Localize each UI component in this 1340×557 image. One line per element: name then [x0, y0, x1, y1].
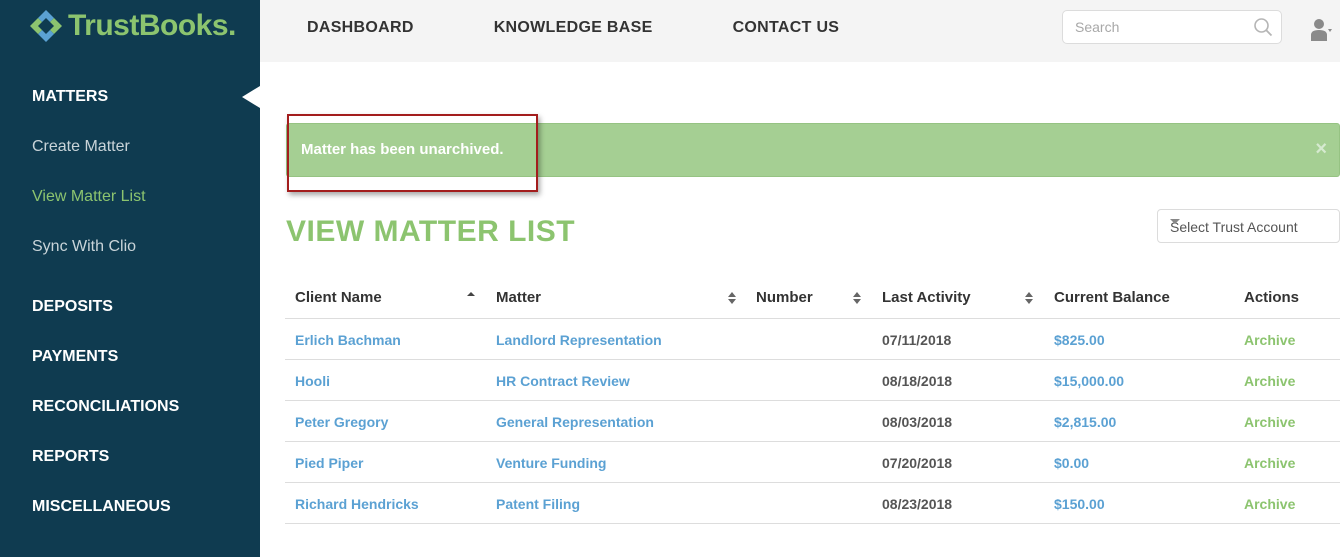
column-header-matter[interactable]: Matter [496, 289, 541, 306]
sidebar-item-label: REPORTS [32, 448, 110, 465]
column-header-number[interactable]: Number [756, 289, 813, 306]
sort-icon[interactable] [1024, 291, 1034, 305]
alert-message: Matter has been unarchived. [301, 141, 504, 158]
last-activity-date: 07/11/2018 [882, 332, 952, 348]
sidebar-item-reports[interactable]: REPORTS [0, 432, 260, 482]
user-icon[interactable] [1310, 17, 1332, 43]
archive-link[interactable]: Archive [1244, 414, 1295, 430]
caret-down-icon [1170, 219, 1180, 224]
matter-link[interactable]: General Representation [496, 414, 654, 430]
table-row: Peter Gregory General Representation 08/… [285, 401, 1340, 442]
sidebar-item-create-matter[interactable]: Create Matter [0, 122, 260, 172]
table-row: Pied Piper Venture Funding 07/20/2018 $0… [285, 442, 1340, 483]
sidebar-item-label: MISCELLANEOUS [32, 498, 171, 515]
client-name-link[interactable]: Erlich Bachman [295, 332, 401, 348]
nav-contact-us-link[interactable]: CONTACT US [733, 19, 840, 37]
sidebar-item-view-matter-list[interactable]: View Matter List [0, 172, 260, 222]
current-balance-link[interactable]: $825.00 [1054, 332, 1105, 348]
matter-link[interactable]: Patent Filing [496, 496, 580, 512]
column-header-client-name[interactable]: Client Name [295, 289, 382, 306]
sidebar-item-label: View Matter List [32, 188, 146, 205]
trustbooks-logo-icon [30, 10, 62, 42]
matter-link[interactable]: HR Contract Review [496, 373, 630, 389]
brand-name: TrustBooks. [68, 9, 236, 42]
brand-logo[interactable]: TrustBooks. [28, 6, 236, 46]
client-name-link[interactable]: Hooli [295, 373, 330, 389]
sort-ascending-icon[interactable] [466, 291, 476, 305]
archive-link[interactable]: Archive [1244, 373, 1295, 389]
page-title: VIEW MATTER LIST [286, 215, 576, 248]
nav-knowledge-base-link[interactable]: KNOWLEDGE BASE [494, 19, 653, 37]
current-balance-link[interactable]: $150.00 [1054, 496, 1105, 512]
archive-link[interactable]: Archive [1244, 332, 1295, 348]
sidebar-item-matters[interactable]: MATTERS [0, 72, 260, 122]
alert-close-icon[interactable]: × [1315, 138, 1327, 161]
sidebar-item-label: Sync With Clio [32, 238, 137, 255]
sidebar-item-payments[interactable]: PAYMENTS [0, 332, 260, 382]
last-activity-date: 07/20/2018 [882, 455, 953, 471]
client-name-link[interactable]: Pied Piper [295, 455, 363, 471]
sidebar-nav: MATTERS Create Matter View Matter List S… [0, 72, 260, 532]
sidebar-item-label: RECONCILIATIONS [32, 398, 180, 415]
search-input[interactable] [1063, 11, 1243, 43]
table-row: Richard Hendricks Patent Filing 08/23/20… [285, 483, 1340, 524]
matter-link[interactable]: Venture Funding [496, 455, 606, 471]
matter-table: Client Name Matter Number Last Activity … [285, 278, 1340, 524]
trust-account-select-label: Select Trust Account [1170, 219, 1298, 235]
column-header-last-activity[interactable]: Last Activity [882, 289, 971, 306]
sidebar-item-sync-with-clio[interactable]: Sync With Clio [0, 222, 260, 272]
top-bar: DASHBOARD KNOWLEDGE BASE CONTACT US [260, 0, 1340, 62]
column-header-current-balance: Current Balance [1054, 289, 1170, 306]
sidebar-item-label: MATTERS [32, 88, 109, 105]
sidebar-item-reconciliations[interactable]: RECONCILIATIONS [0, 382, 260, 432]
sidebar-item-label: DEPOSITS [32, 298, 113, 315]
table-row: Erlich Bachman Landlord Representation 0… [285, 319, 1340, 360]
sidebar-item-deposits[interactable]: DEPOSITS [0, 282, 260, 332]
active-indicator-arrow [242, 86, 260, 108]
success-alert: Matter has been unarchived. × [286, 123, 1340, 177]
client-name-link[interactable]: Richard Hendricks [295, 496, 419, 512]
last-activity-date: 08/18/2018 [882, 373, 953, 389]
sidebar-item-label: PAYMENTS [32, 348, 119, 365]
archive-link[interactable]: Archive [1244, 496, 1295, 512]
archive-link[interactable]: Archive [1244, 455, 1295, 471]
sidebar: TrustBooks. MATTERS Create Matter View M… [0, 0, 260, 557]
current-balance-link[interactable]: $0.00 [1054, 455, 1089, 471]
sidebar-item-label: Create Matter [32, 138, 130, 155]
trust-account-select[interactable]: Select Trust Account [1157, 209, 1340, 243]
column-header-actions: Actions [1244, 289, 1300, 306]
matter-link[interactable]: Landlord Representation [496, 332, 662, 348]
nav-dashboard-link[interactable]: DASHBOARD [307, 19, 414, 37]
sort-icon[interactable] [852, 291, 862, 305]
sidebar-item-miscellaneous[interactable]: MISCELLANEOUS [0, 482, 260, 532]
table-header: Client Name Matter Number Last Activity … [285, 278, 1340, 319]
search-box [1062, 10, 1282, 44]
top-nav: DASHBOARD KNOWLEDGE BASE CONTACT US [307, 0, 919, 55]
table-row: Hooli HR Contract Review 08/18/2018 $15,… [285, 360, 1340, 401]
current-balance-link[interactable]: $2,815.00 [1054, 414, 1116, 430]
current-balance-link[interactable]: $15,000.00 [1054, 373, 1124, 389]
sort-icon[interactable] [727, 291, 737, 305]
last-activity-date: 08/23/2018 [882, 496, 953, 512]
client-name-link[interactable]: Peter Gregory [295, 414, 388, 430]
last-activity-date: 08/03/2018 [882, 414, 953, 430]
search-icon[interactable] [1253, 17, 1273, 37]
